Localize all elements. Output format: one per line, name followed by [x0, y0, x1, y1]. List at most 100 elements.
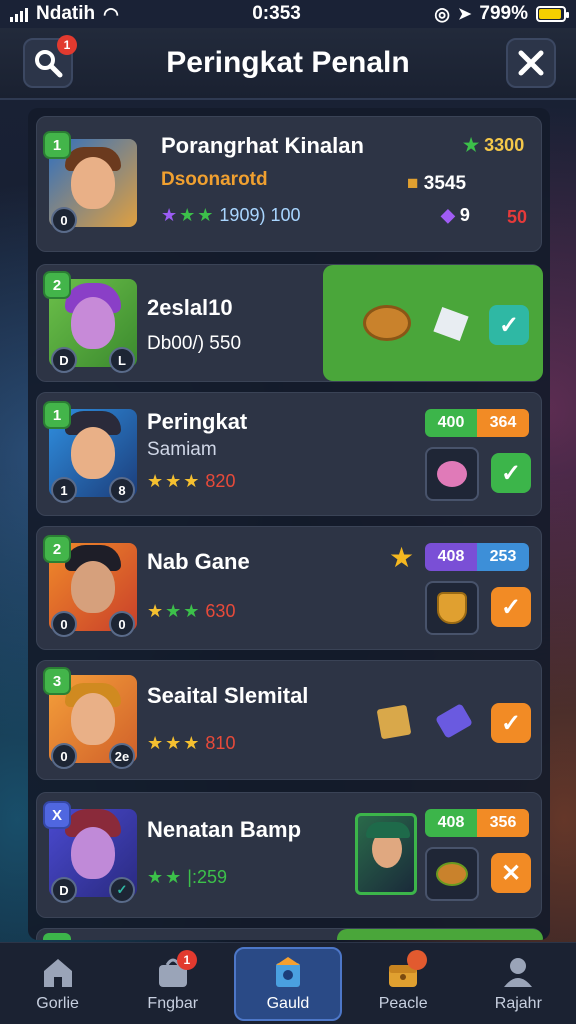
treasure-chest-icon — [385, 949, 428, 989]
avatar: X D ✓ — [43, 801, 137, 903]
shield-icon — [437, 592, 467, 624]
item-slot[interactable] — [425, 447, 479, 501]
reward-panel: ✓ — [323, 265, 543, 381]
carrier-name: Ndatih — [36, 3, 96, 24]
claim-button[interactable]: ✓ — [491, 703, 531, 743]
avatar: 2 0 0 — [43, 535, 137, 637]
player-subtitle: Dsoonarotd — [161, 169, 268, 190]
rank-badge: 3 — [43, 667, 71, 695]
list-item[interactable]: 3 0 2e Seaital Slemital ★ ★ ★ 810 ✓ — [36, 660, 542, 780]
claim-button[interactable]: ✓ — [489, 305, 529, 345]
claim-button[interactable]: ✓ — [491, 587, 531, 627]
tab-profile[interactable]: Rajahr — [464, 947, 572, 1021]
list-item[interactable] — [36, 928, 543, 940]
search-icon — [35, 50, 63, 78]
rank-badge — [43, 933, 71, 940]
level-badge: 8 — [109, 477, 135, 503]
hero-portrait — [355, 813, 417, 895]
ranking-list: 1 0 Porangrhat Kinalan Dsoonarotd ★ ★ ★ 19… — [28, 108, 550, 940]
status-bar: Ndatih ◠ 0:353 ◎ ➤ 799% — [0, 0, 576, 28]
star-rating: ★ ★ ★ 820 — [147, 471, 236, 491]
tab-shop[interactable]: 1 Fngbar — [119, 947, 227, 1021]
score-pill: 400 364 — [425, 409, 529, 437]
red-count: 50 — [507, 207, 528, 227]
gem-count: ◆ 9 — [441, 205, 470, 225]
bottom-tab-bar: Gorlie 1 Fngbar Gauld Peacle Rajahr — [0, 942, 576, 1024]
crystal-icon — [433, 306, 469, 342]
pig-icon — [437, 461, 467, 487]
star-rating: ★ ★ ★ 810 — [147, 733, 236, 753]
item-slot[interactable] — [425, 847, 479, 901]
avatar: 3 0 2e — [43, 667, 137, 769]
item-slot[interactable] — [425, 581, 479, 635]
star-icon: ★ — [463, 135, 480, 155]
star-score: ★ 3300 — [463, 135, 525, 155]
guild-icon — [270, 955, 306, 989]
list-item[interactable]: 2 D L 2eslal10 Db00/) 550 ✓ — [36, 264, 543, 382]
home-icon — [40, 955, 76, 989]
list-item[interactable]: 1 0 Porangrhat Kinalan Dsoonarotd ★ ★ ★ 19… — [36, 116, 542, 252]
player-name: Nenatan Bamp — [147, 817, 302, 842]
alarm-icon: ◎ — [434, 3, 450, 24]
level-badge: D — [51, 347, 77, 373]
player-subtitle: Db00/) 550 — [147, 333, 242, 354]
star-icon: ★ — [389, 542, 415, 573]
rank-badge: X — [43, 801, 71, 829]
wifi-icon: ◠ — [103, 3, 119, 24]
level-badge: 0 — [51, 743, 77, 769]
list-item[interactable]: 1 1 8 Peringkat Samiam ★ ★ ★ 820 400 364 ✓ — [36, 392, 542, 516]
search-badge: 1 — [57, 35, 77, 55]
check-badge: ✓ — [109, 877, 135, 903]
level-badge: 1 — [51, 477, 77, 503]
claim-button[interactable]: ✓ — [491, 453, 531, 493]
treasure-icon — [363, 305, 411, 341]
rank-badge: 2 — [43, 271, 71, 299]
tab-home[interactable]: Gorlie — [4, 947, 112, 1021]
gold-count: ■ 3545 — [407, 173, 467, 194]
rank-badge: 2 — [43, 535, 71, 563]
battery-icon — [535, 6, 569, 22]
bag-icon: 1 — [155, 949, 197, 989]
signal-icon — [10, 6, 28, 22]
list-item[interactable]: X D ✓ Nenatan Bamp ★ ★ |:259 408 356 ✕ — [36, 792, 542, 918]
player-name: Peringkat — [147, 409, 248, 434]
level-badge: 0 — [51, 611, 77, 637]
level-badge: L — [109, 347, 135, 373]
reward-panel — [337, 929, 543, 940]
location-icon: ➤ — [457, 6, 472, 23]
treasure-icon — [436, 862, 468, 886]
box-icon — [376, 704, 412, 740]
player-name: 2eslal10 — [147, 295, 233, 320]
score-pill: 408 253 — [425, 543, 529, 571]
tag-icon — [435, 703, 473, 739]
tools-button[interactable]: ✕ — [491, 853, 531, 893]
score-pill: 408 356 — [425, 809, 529, 837]
tab-events[interactable]: Peacle — [349, 947, 457, 1021]
list-item[interactable]: 2 0 0 Nab Gane ★ ★ ★ 630 ★ 408 253 ✓ — [36, 526, 542, 650]
search-button[interactable]: 1 — [23, 35, 77, 88]
player-name: Seaital Slemital — [147, 683, 309, 708]
level-badge: 2e — [109, 743, 135, 769]
close-button[interactable] — [506, 38, 556, 88]
tab-badge — [407, 949, 428, 970]
player-name: Porangrhat Kinalan — [161, 133, 364, 158]
player-name: Nab Gane — [147, 549, 250, 574]
rank-badge: 1 — [43, 131, 71, 159]
avatar: 1 0 — [43, 131, 137, 233]
battery-percent: 799% — [479, 3, 528, 24]
level-badge: 0 — [51, 207, 77, 233]
star-rating: ★ ★ ★ 1909) 100 — [161, 205, 301, 225]
level-badge: D — [51, 877, 77, 903]
tab-guild[interactable]: Gauld — [233, 946, 342, 1021]
clock: 0:353 — [252, 3, 301, 24]
level-badge: 0 — [109, 611, 135, 637]
user-icon — [500, 955, 536, 989]
page-title: Peringkat Penaln — [166, 46, 410, 79]
header: 1 Peringkat Penaln — [0, 28, 576, 100]
gold-icon: ■ — [407, 173, 419, 194]
star-rating: ★ ★ |:259 — [147, 867, 227, 887]
avatar: 2 D L — [43, 271, 137, 373]
tab-badge: 1 — [176, 949, 197, 970]
star-rating: ★ ★ ★ 630 — [147, 601, 236, 621]
rank-badge: 1 — [43, 401, 71, 429]
